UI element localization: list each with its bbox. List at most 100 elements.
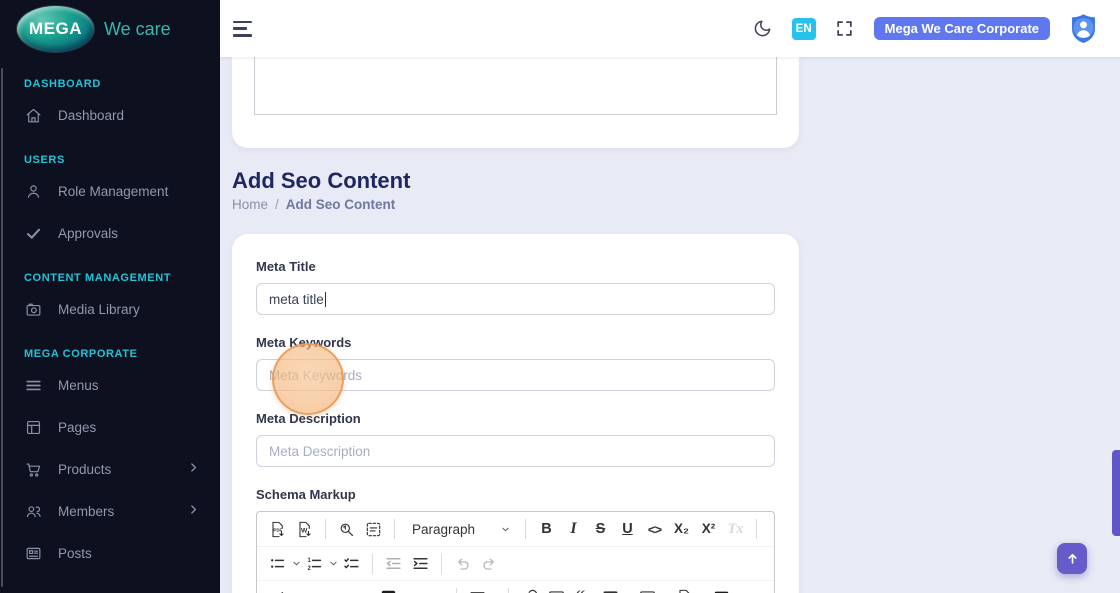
nav-section-label: USERS	[24, 154, 65, 166]
indent-button[interactable]	[408, 551, 433, 576]
meta-title-input[interactable]: meta title	[256, 283, 775, 315]
find-and-replace-button[interactable]	[334, 517, 359, 542]
subscript-glyph: X₂	[673, 521, 689, 537]
svg-text:1: 1	[308, 558, 312, 564]
html-embed-icon: HTML	[712, 588, 731, 593]
highlight-button[interactable]	[413, 585, 438, 593]
text-alignment-button[interactable]	[465, 585, 490, 593]
todo-list-button[interactable]	[339, 551, 364, 576]
chevron-down-icon	[292, 559, 301, 568]
code-block-icon	[675, 588, 694, 593]
heading-dropdown-label: Paragraph	[412, 521, 476, 537]
bulleted-list-dropdown-chevron[interactable]	[292, 559, 301, 568]
code-button[interactable]: <>	[642, 517, 667, 542]
logo-tagline-text: We care	[104, 18, 171, 39]
undo-icon	[453, 554, 472, 573]
find-replace-icon	[337, 520, 356, 539]
bold-button[interactable]: B	[534, 517, 559, 542]
insert-table-button[interactable]	[598, 585, 623, 593]
html-embed-button[interactable]: HTML	[709, 585, 734, 593]
remove-format-glyph: Tx	[727, 520, 744, 537]
truncated-editor-box[interactable]	[254, 57, 777, 115]
subscript-button[interactable]: X₂	[669, 517, 694, 542]
link-button[interactable]	[517, 585, 542, 593]
sidebar-item-media-library[interactable]: Media Library	[0, 288, 220, 330]
meta-description-field-group: Meta Description	[256, 411, 775, 467]
superscript-glyph: X²	[701, 521, 716, 537]
sidebar-item-posts[interactable]: Posts	[0, 532, 220, 574]
code-glyph: <>	[647, 521, 662, 537]
sidebar-scrollbar[interactable]	[1, 68, 3, 587]
font-color-button[interactable]: A	[339, 585, 364, 593]
font-size-icon: A	[268, 588, 287, 593]
language-badge[interactable]: EN	[791, 17, 816, 40]
italic-button[interactable]: I	[561, 517, 586, 542]
sidebar-item-members[interactable]: Members	[0, 490, 220, 532]
top-header: EN Mega We Care Corporate	[220, 0, 1120, 57]
underline-button[interactable]: U	[615, 517, 640, 542]
bold-glyph: B	[541, 520, 552, 537]
underline-glyph: U	[622, 520, 633, 537]
meta-title-label: Meta Title	[256, 259, 316, 274]
insert-image-button[interactable]	[544, 585, 569, 593]
heading-dropdown[interactable]: Paragraph	[404, 516, 516, 542]
insert-media-button[interactable]	[635, 585, 660, 593]
font-size-button[interactable]: A	[265, 585, 290, 593]
editor-toolbar-row-2: 12	[257, 546, 774, 580]
breadcrumb-separator: /	[275, 197, 279, 212]
sidebar-item-dashboard[interactable]: Dashboard	[0, 94, 220, 136]
export-word-icon: W	[295, 520, 314, 539]
redo-button	[477, 551, 502, 576]
sidebar-item-label: Products	[58, 461, 112, 477]
svg-text:“: “	[576, 588, 586, 593]
font-family-button[interactable]: A	[302, 585, 327, 593]
previous-form-card	[232, 57, 799, 148]
sidebar-item-menus[interactable]: Menus	[0, 364, 220, 406]
toolbar-divider	[441, 553, 442, 574]
meta-description-label: Meta Description	[256, 411, 361, 426]
nav-section-dashboard: DASHBOARD Dashboard	[0, 78, 220, 136]
app-window: MEGA We care DASHBOARD Dashboard USERS Role…	[0, 0, 1120, 593]
block-quote-button[interactable]: “	[571, 585, 596, 593]
sidebar-item-label: Media Library	[58, 301, 140, 317]
svg-text:W: W	[301, 527, 308, 534]
sidebar-item-role-management[interactable]: Role Management	[0, 170, 220, 212]
toolbar-divider	[325, 519, 326, 539]
meta-description-input[interactable]	[256, 435, 775, 467]
sidebar-item-products[interactable]: Products	[0, 448, 220, 490]
sidebar-item-pages[interactable]: Pages	[0, 406, 220, 448]
seo-form-card: Meta Title meta title Meta Keywords Meta…	[232, 234, 799, 593]
select-all-button[interactable]	[361, 517, 386, 542]
sidebar-toggle-button[interactable]	[233, 20, 255, 37]
nav-section-users: USERS Role Management Approvals	[0, 154, 220, 254]
export-pdf-button[interactable]: PDF	[265, 517, 290, 542]
breadcrumb-home-link[interactable]: Home	[232, 197, 268, 212]
export-word-button[interactable]: W	[292, 517, 317, 542]
sidebar-item-approvals[interactable]: Approvals	[0, 212, 220, 254]
brand-logo[interactable]: MEGA We care	[0, 0, 220, 58]
dark-mode-icon[interactable]	[751, 17, 775, 41]
list-todo-icon	[342, 554, 361, 573]
export-pdf-icon: PDF	[268, 520, 287, 539]
user-avatar-icon[interactable]	[1067, 12, 1100, 45]
bulleted-list-button[interactable]	[265, 551, 290, 576]
select-all-icon	[364, 520, 383, 539]
schema-markup-label: Schema Markup	[256, 487, 356, 502]
numbered-list-button[interactable]: 12	[302, 551, 327, 576]
toolbar-divider	[756, 519, 757, 539]
breadcrumb: Home / Add Seo Content	[232, 197, 799, 212]
sidebar-item-label: Menus	[58, 377, 99, 393]
fullscreen-icon[interactable]	[833, 17, 857, 41]
meta-keywords-input[interactable]	[256, 359, 775, 391]
strikethrough-button[interactable]: S	[588, 517, 613, 542]
numbered-list-dropdown-chevron[interactable]	[329, 559, 338, 568]
chevron-right-icon	[187, 458, 200, 472]
code-block-button[interactable]	[672, 585, 697, 593]
workspace-button[interactable]: Mega We Care Corporate	[873, 17, 1050, 40]
font-background-color-button[interactable]: A	[376, 585, 401, 593]
sidebar-item-label: Dashboard	[58, 107, 125, 123]
page-scrollbar-thumb[interactable]	[1112, 450, 1120, 536]
superscript-button[interactable]: X²	[696, 517, 721, 542]
scroll-to-top-button[interactable]	[1057, 543, 1087, 574]
toolbar-divider	[372, 553, 373, 574]
